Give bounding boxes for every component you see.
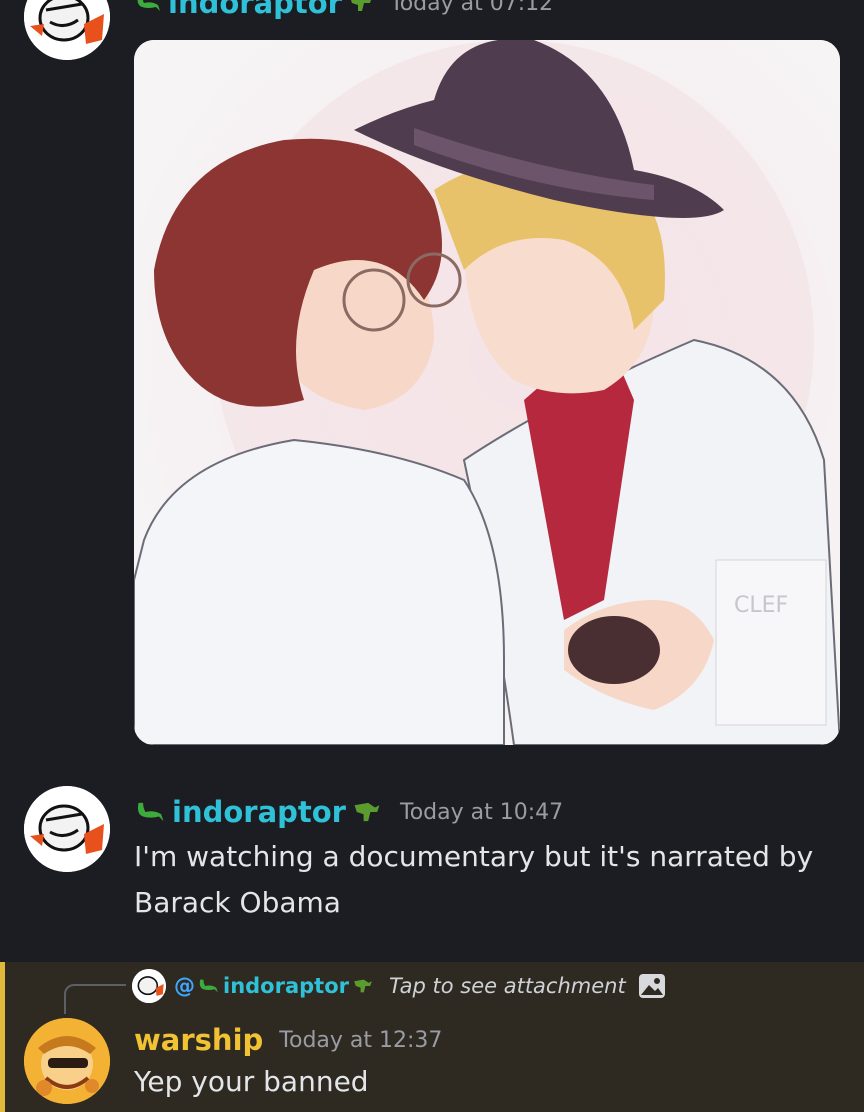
trex-icon [351, 0, 371, 11]
sauropod-icon [137, 0, 160, 11]
trex-icon [354, 802, 380, 822]
username[interactable]: indoraptor [134, 795, 384, 829]
avatar[interactable] [24, 0, 110, 60]
message-text: I'm watching a documentary but it's narr… [134, 840, 814, 919]
reply-connector [64, 984, 126, 1014]
mention-user: indoraptor [223, 974, 349, 998]
card-text: CLEF [734, 593, 788, 618]
message-header: warship Today at 12:37 [134, 1020, 442, 1060]
artwork-image: CLEF [134, 40, 840, 745]
mention-highlight-bar [0, 962, 5, 1112]
sauropod-icon [199, 979, 218, 993]
username-text: indoraptor [172, 795, 346, 829]
message-2: indoraptor Today at 10:47 I'm watching a… [0, 782, 864, 952]
reply-preview[interactable]: @ indoraptor Tap to see attachment [132, 966, 666, 1006]
username[interactable]: indoraptor [134, 0, 376, 20]
chat-screen: indoraptor Today at 07:12 CLEF indorapto… [0, 0, 864, 1112]
message-header: indoraptor Today at 10:47 [134, 792, 563, 832]
mention-at: @ [174, 974, 195, 998]
sauropod-icon [137, 802, 164, 822]
username-text: indoraptor [168, 0, 342, 20]
message-text: Yep your banned [134, 1065, 369, 1098]
timestamp: Today at 12:37 [279, 1027, 443, 1053]
username[interactable]: warship [134, 1023, 263, 1057]
message-3: @ indoraptor Tap to see attachment warsh… [0, 962, 864, 1112]
image-icon [638, 974, 665, 998]
message-header: indoraptor Today at 07:12 [134, 0, 553, 20]
image-attachment[interactable]: CLEF [134, 40, 840, 745]
timestamp: Today at 10:47 [400, 799, 564, 825]
avatar[interactable] [24, 1018, 110, 1104]
reply-attachment-hint: Tap to see attachment [389, 974, 626, 998]
trex-icon [354, 979, 372, 993]
reply-mention[interactable]: @ indoraptor [174, 974, 375, 998]
avatar[interactable] [24, 786, 110, 872]
reply-avatar [132, 969, 166, 1003]
timestamp: Today at 07:12 [390, 0, 554, 16]
message-1: indoraptor Today at 07:12 CLEF [0, 0, 864, 760]
